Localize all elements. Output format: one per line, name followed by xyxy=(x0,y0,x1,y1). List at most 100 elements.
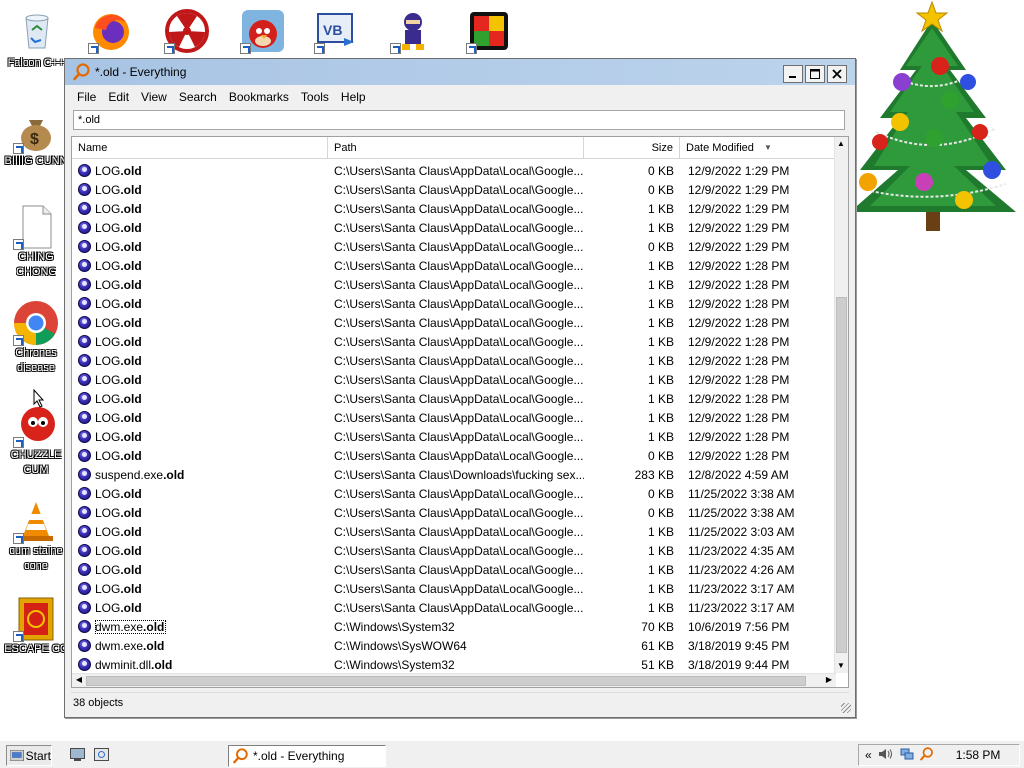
desktop-icon-falcon[interactable]: Falcon C++ xyxy=(0,56,72,71)
vertical-scroll-thumb[interactable] xyxy=(836,297,847,653)
filename-match-highlight: .old xyxy=(120,334,142,349)
menu-bookmarks[interactable]: Bookmarks xyxy=(223,90,295,104)
maximize-button[interactable] xyxy=(805,65,825,83)
column-date-modified[interactable]: Date Modified ▼ xyxy=(680,137,836,159)
result-filename: suspend.exe.old xyxy=(95,468,184,482)
result-row[interactable]: LOG.old C:\Users\Santa Claus\AppData\Loca… xyxy=(72,560,836,579)
explorer-icon[interactable] xyxy=(94,748,109,761)
desktop-icon-cum-staine-cone[interactable]: cum staine cone xyxy=(0,498,72,574)
column-name[interactable]: Name xyxy=(72,137,328,159)
menu-view[interactable]: View xyxy=(135,90,173,104)
taskbar-everything-label: *.old - Everything xyxy=(253,749,345,763)
result-row[interactable]: LOG.old C:\Users\Santa Claus\AppData\Loca… xyxy=(72,427,836,446)
result-row[interactable]: LOG.old C:\Users\Santa Claus\AppData\Loca… xyxy=(72,389,836,408)
desktop-icon-chuzzle-cum[interactable]: CHUZZLE CUM xyxy=(0,402,72,478)
result-name-cell: LOG.old xyxy=(72,601,328,615)
result-row[interactable]: LOG.old C:\Users\Santa Claus\AppData\Loca… xyxy=(72,256,836,275)
start-label: Start xyxy=(25,748,51,763)
result-row[interactable]: LOG.old C:\Users\Santa Claus\AppData\Loca… xyxy=(72,275,836,294)
result-row[interactable]: LOG.old C:\Users\Santa Claus\AppData\Loca… xyxy=(72,522,836,541)
result-filename: LOG.old xyxy=(95,506,142,520)
result-row[interactable]: LOG.old C:\Users\Santa Claus\AppData\Loca… xyxy=(72,332,836,351)
column-path[interactable]: Path xyxy=(328,137,584,159)
angry-birds-icon[interactable] xyxy=(240,8,286,54)
result-row[interactable]: LOG.old C:\Users\Santa Claus\AppData\Loca… xyxy=(72,408,836,427)
desktop-icon-escape-cc[interactable]: ESCAPE CC xyxy=(0,596,72,657)
result-path: C:\Windows\System32 xyxy=(334,619,455,634)
filename-match-highlight: .old xyxy=(120,600,142,615)
menu-search[interactable]: Search xyxy=(173,90,223,104)
result-row[interactable]: LOG.old C:\Users\Santa Claus\AppData\Loca… xyxy=(72,370,836,389)
recycle-bin-icon[interactable] xyxy=(14,8,60,54)
result-row[interactable]: LOG.old C:\Users\Santa Claus\AppData\Loca… xyxy=(72,161,836,180)
file-type-icon xyxy=(78,620,91,633)
result-path: C:\Users\Santa Claus\Downloads\fucking s… xyxy=(334,467,584,482)
search-input[interactable]: *.old xyxy=(73,110,845,130)
menu-tools[interactable]: Tools xyxy=(295,90,335,104)
result-filename: LOG.old xyxy=(95,487,142,501)
result-row[interactable]: LOG.old C:\Users\Santa Claus\AppData\Loca… xyxy=(72,218,836,237)
colorful-app-icon[interactable] xyxy=(466,8,512,54)
column-size[interactable]: Size xyxy=(584,137,680,159)
result-row[interactable]: LOG.old C:\Users\Santa Claus\AppData\Loca… xyxy=(72,180,836,199)
filename-base: LOG xyxy=(95,524,121,539)
clock[interactable]: 1:58 PM xyxy=(956,748,1001,762)
tray-expand-icon[interactable]: « xyxy=(865,748,872,762)
result-name-cell: LOG.old xyxy=(72,221,328,235)
show-desktop-icon[interactable] xyxy=(70,748,85,761)
result-row[interactable]: LOG.old C:\Users\Santa Claus\AppData\Loca… xyxy=(72,294,836,313)
horizontal-scroll-thumb[interactable] xyxy=(86,676,806,686)
vertical-scrollbar[interactable]: ▲ ▼ xyxy=(834,137,848,673)
scroll-left-icon[interactable]: ◀ xyxy=(73,674,85,686)
result-row[interactable]: LOG.old C:\Users\Santa Claus\AppData\Loca… xyxy=(72,446,836,465)
everything-tray-icon[interactable] xyxy=(919,746,934,764)
desktop-icon-ching-chong[interactable]: CHING CHONG xyxy=(0,204,72,280)
shortcut-arrow-icon xyxy=(13,239,24,250)
result-row[interactable]: LOG.old C:\Users\Santa Claus\AppData\Loca… xyxy=(72,598,836,617)
horizontal-scrollbar[interactable]: ◀ ▶ xyxy=(72,673,836,687)
result-row[interactable]: LOG.old C:\Users\Santa Claus\AppData\Loca… xyxy=(72,237,836,256)
volume-icon[interactable] xyxy=(878,748,894,763)
resize-grip-icon[interactable] xyxy=(841,703,851,713)
title-bar[interactable]: *.old - Everything xyxy=(65,59,855,85)
firefox-icon[interactable] xyxy=(88,8,134,54)
scroll-right-icon[interactable]: ▶ xyxy=(823,674,835,686)
result-row[interactable]: LOG.old C:\Users\Santa Claus\AppData\Loca… xyxy=(72,579,836,598)
start-button[interactable]: Start xyxy=(6,745,52,766)
file-type-icon xyxy=(78,449,91,462)
result-row[interactable]: LOG.old C:\Users\Santa Claus\AppData\Loca… xyxy=(72,541,836,560)
result-row[interactable]: LOG.old C:\Users\Santa Claus\AppData\Loca… xyxy=(72,351,836,370)
filename-base: LOG xyxy=(95,201,121,216)
visual-basic-icon[interactable]: VB xyxy=(314,8,360,54)
taskbar-everything-button[interactable]: *.old - Everything xyxy=(228,745,386,767)
radiation-icon[interactable] xyxy=(164,8,210,54)
menu-help[interactable]: Help xyxy=(335,90,372,104)
menu-file[interactable]: File xyxy=(71,90,102,104)
result-row[interactable]: LOG.old C:\Users\Santa Claus\AppData\Loca… xyxy=(72,484,836,503)
file-type-icon xyxy=(78,411,91,424)
menu-edit[interactable]: Edit xyxy=(102,90,135,104)
escape-game-icon xyxy=(13,596,59,642)
ninja-icon[interactable] xyxy=(390,8,436,54)
result-row[interactable]: dwminit.dll.old C:\Windows\System32 51 KB 3… xyxy=(72,655,836,674)
result-size: 1 KB xyxy=(647,429,674,444)
result-row[interactable]: dwm.exe.old C:\Windows\System32 70 KB 10/6/… xyxy=(72,617,836,636)
scroll-down-icon[interactable]: ▼ xyxy=(835,660,847,672)
result-path: C:\Users\Santa Claus\AppData\Local\Googl… xyxy=(334,581,584,596)
network-icon[interactable] xyxy=(900,748,914,763)
result-name-cell: LOG.old xyxy=(72,563,328,577)
system-tray: « 1:58 PM xyxy=(858,744,1020,766)
result-row[interactable]: LOG.old C:\Users\Santa Claus\AppData\Loca… xyxy=(72,199,836,218)
result-row[interactable]: suspend.exe.old C:\Users\Santa Claus\Down… xyxy=(72,465,836,484)
scroll-up-icon[interactable]: ▲ xyxy=(835,138,847,150)
svg-text:$: $ xyxy=(30,131,39,148)
result-row[interactable]: LOG.old C:\Users\Santa Claus\AppData\Loca… xyxy=(72,503,836,522)
desktop-icon-chrones-disease[interactable]: Chrones disease xyxy=(0,300,72,376)
close-button[interactable] xyxy=(827,65,847,83)
minimize-button[interactable] xyxy=(783,65,803,83)
column-date-modified-label: Date Modified xyxy=(686,142,754,154)
desktop-icon-biiiig-cunn[interactable]: $ BIIIIG CUNN xyxy=(0,108,72,169)
result-size: 1 KB xyxy=(647,562,674,577)
result-row[interactable]: LOG.old C:\Users\Santa Claus\AppData\Loca… xyxy=(72,313,836,332)
result-row[interactable]: dwm.exe.old C:\Windows\SysWOW64 61 KB 3/18/… xyxy=(72,636,836,655)
